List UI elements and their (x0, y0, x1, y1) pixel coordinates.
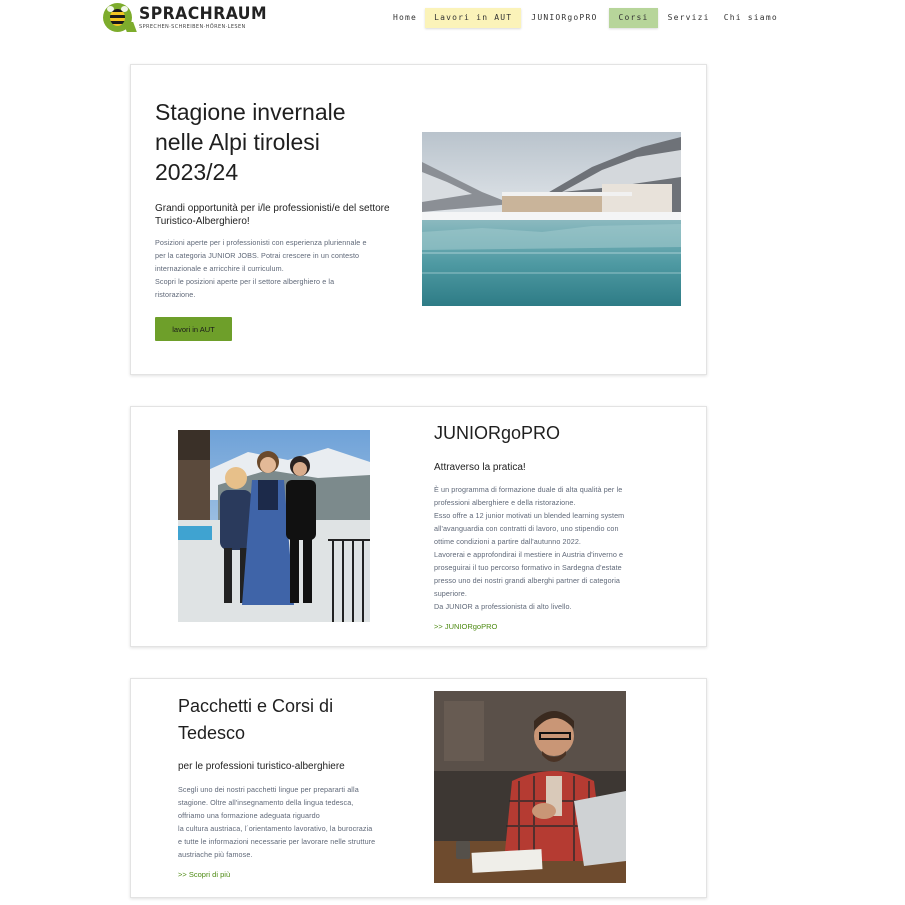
card2-body-line: Lavorerai e approfondirai il mestiere in… (434, 550, 624, 559)
scopri-di-piu-link[interactable]: >> Scopri di più (178, 870, 230, 879)
nav-home[interactable]: Home (387, 8, 423, 28)
card1-body-line: internazionale e arricchire il curriculu… (155, 264, 284, 273)
card2-body-line: Esso offre a 12 junior motivati un blend… (434, 511, 625, 520)
card2-body-line: all'avanguardia con contratti di lavoro,… (434, 524, 619, 533)
card1-body-line: per la categoria JUNIOR JOBS. Potrai cre… (155, 251, 360, 260)
main-nav: Home Lavori in AUT JUNIORgoPRO Corsi Ser… (387, 8, 786, 28)
card1-subtitle: Grandi opportunità per i/le professionis… (155, 202, 405, 228)
winter-season-card: Stagione invernale nelle Alpi tirolesi 2… (130, 64, 707, 375)
card3-subtitle: per le professioni turistico-alberghiere (178, 761, 345, 772)
card1-title-line: nelle Alpi tirolesi (155, 129, 320, 155)
card2-title: JUNIORgoPRO (434, 423, 561, 443)
card1-body-line: Posizioni aperte per i professionisti co… (155, 238, 367, 247)
juniorgopro-link[interactable]: >> JUNIORgoPRO (434, 622, 497, 631)
alpine-hotel-pool-image (422, 132, 681, 306)
logo-subtitle: SPRECHEN·SCHREIBEN·HÖREN·LESEN (139, 23, 246, 30)
card2-subtitle: Attraverso la pratica! (434, 462, 526, 473)
juniorgopro-card: JUNIORgoPRO Attraverso la pratica! È un … (130, 406, 707, 647)
card3-body-line: e tutte le informazioni necessarie per l… (178, 837, 376, 846)
logo-title: SPRACHRAUM (139, 3, 267, 24)
card3-body: Scegli uno dei nostri pacchetti lingue p… (178, 783, 418, 861)
card2-body-line: È un programma di formazione duale di al… (434, 485, 623, 494)
card2-body-line: proseguirai il tuo percorso formativo in… (434, 563, 622, 572)
nav-juniorgopro[interactable]: JUNIORgoPRO (525, 8, 603, 28)
card1-title-line: Stagione invernale (155, 99, 346, 125)
german-courses-card: Pacchetti e Corsi di Tedesco per le prof… (130, 678, 707, 898)
laptop-man-photo (434, 691, 626, 883)
card2-body-line: professioni alberghiere e della ristoraz… (434, 498, 576, 507)
juniors-group-photo (178, 430, 370, 622)
card3-title-line: Pacchetti e Corsi di (178, 696, 334, 716)
nav-chi-siamo[interactable]: Chi siamo (718, 8, 784, 28)
card3-body-line: offriamo una formazione adeguata riguard… (178, 811, 320, 820)
card3-title: Pacchetti e Corsi di Tedesco (178, 693, 333, 747)
site-logo[interactable]: SPRACHRAUM SPRECHEN·SCHREIBEN·HÖREN·LESE… (103, 3, 278, 32)
card3-body-line: stagione. Oltre all'insegnamento della l… (178, 798, 354, 807)
card2-body-line: superiore. (434, 589, 467, 598)
nav-lavori-in-aut[interactable]: Lavori in AUT (425, 8, 522, 28)
card3-body-line: Scegli uno dei nostri pacchetti lingue p… (178, 785, 359, 794)
card2-body-line: Da JUNIOR a professionista di alto livel… (434, 602, 572, 611)
card1-subtitle-line: Turistico-Alberghiero! (155, 216, 250, 227)
card1-body: Posizioni aperte per i professionisti co… (155, 236, 405, 301)
card1-subtitle-line: Grandi opportunità per i/le professionis… (155, 203, 390, 214)
lavori-in-aut-button[interactable]: lavori in AUT (155, 317, 232, 341)
card3-body-line: la cultura austriaca, l´orientamento lav… (178, 824, 373, 833)
card2-body-line: ottime condizioni a partire dall'autunno… (434, 537, 582, 546)
card1-body-line: Scopri le posizioni aperte per il settor… (155, 277, 335, 286)
nav-servizi[interactable]: Servizi (662, 8, 716, 28)
card1-body-line: ristorazione. (155, 290, 196, 299)
card2-body-line: presso uno dei nostri grandi alberghi pa… (434, 576, 620, 585)
bee-logo-icon (103, 3, 132, 32)
card1-title: Stagione invernale nelle Alpi tirolesi 2… (155, 97, 346, 187)
nav-corsi[interactable]: Corsi (609, 8, 658, 28)
card3-title-line: Tedesco (178, 723, 246, 743)
card2-body: È un programma di formazione duale di al… (434, 483, 674, 613)
card1-title-line: 2023/24 (155, 159, 239, 185)
site-header: SPRACHRAUM SPRECHEN·SCHREIBEN·HÖREN·LESE… (0, 0, 905, 40)
card3-body-line: austriache più famose. (178, 850, 253, 859)
